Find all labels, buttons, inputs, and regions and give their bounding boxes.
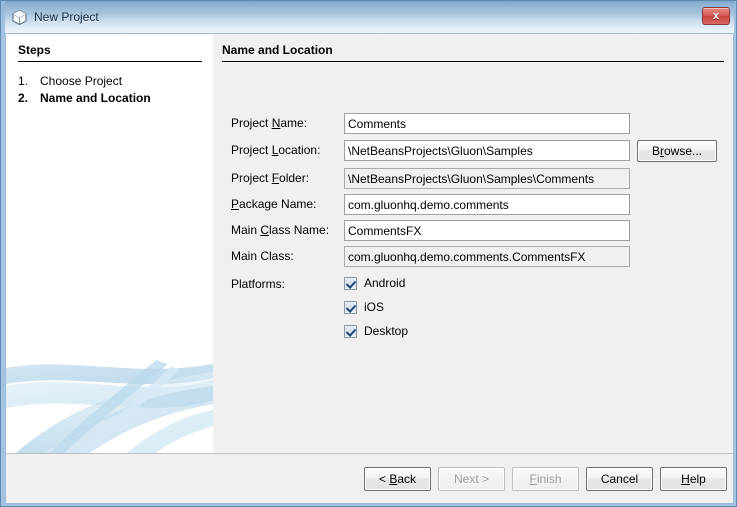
project-name-input[interactable] (344, 113, 630, 134)
main-panel: Name and Location Project Name: Project … (213, 34, 733, 453)
decorative-wave-graphic (6, 338, 213, 453)
main-class-input (344, 246, 630, 267)
step-label: Choose Project (40, 74, 123, 88)
main-class-label: Main Class: (231, 249, 294, 263)
next-button: Next > (438, 467, 505, 491)
close-button[interactable]: x (702, 7, 730, 25)
title-bar: New Project x (1, 1, 736, 34)
form-row-main-class-name: Main Class Name: (213, 220, 733, 242)
cancel-button[interactable]: Cancel (586, 467, 653, 491)
step-item-choose-project: 1. Choose Project (18, 74, 122, 88)
steps-heading: Steps (18, 43, 51, 57)
package-name-label: Package Name: (231, 197, 317, 211)
package-name-input[interactable] (344, 194, 630, 215)
checkbox-desktop-label: Desktop (364, 324, 409, 338)
new-project-dialog: New Project x Steps 1. Choose Project 2. N… (0, 0, 737, 507)
form-row-project-name: Project Name: (213, 113, 733, 135)
project-folder-input (344, 168, 630, 189)
checkbox-desktop[interactable]: Desktop (344, 322, 408, 340)
form-row-project-location: Project Location: Browse... (213, 140, 733, 162)
button-bar: < Back Next > Finish Cancel Help (6, 454, 733, 503)
checkbox-desktop-box[interactable] (344, 324, 357, 338)
checkbox-android[interactable]: Android (344, 274, 405, 292)
checkbox-ios-label: iOS (364, 300, 385, 314)
cube-icon (11, 9, 28, 26)
window-title: New Project (34, 10, 99, 24)
finish-button: Finish (512, 467, 579, 491)
project-location-input[interactable] (344, 140, 630, 161)
browse-button[interactable]: Browse... (637, 140, 717, 162)
checkbox-android-label: Android (364, 276, 406, 290)
back-button[interactable]: < Back (364, 467, 431, 491)
project-location-label: Project Location: (231, 143, 321, 157)
close-icon: x (712, 9, 720, 22)
checkbox-ios[interactable]: iOS (344, 298, 384, 316)
help-button[interactable]: Help (660, 467, 727, 491)
steps-panel: Steps 1. Choose Project 2. Name and Locati… (6, 34, 213, 453)
project-folder-label: Project Folder: (231, 171, 310, 185)
form-row-package-name: Package Name: (213, 194, 733, 216)
form-row-project-folder: Project Folder: (213, 168, 733, 190)
checkbox-android-box[interactable] (344, 276, 357, 290)
step-number: 2. (18, 91, 29, 105)
platforms-label: Platforms: (231, 277, 286, 291)
page-title-divider (222, 61, 724, 62)
form-row-main-class: Main Class: (213, 246, 733, 268)
dialog-client-area: Steps 1. Choose Project 2. Name and Locati… (6, 34, 733, 503)
form-row-platforms: Platforms: (213, 274, 733, 296)
page-title: Name and Location (222, 43, 333, 57)
checkbox-ios-box[interactable] (344, 300, 357, 314)
step-label: Name and Location (40, 91, 151, 105)
main-class-name-label: Main Class Name: (231, 223, 330, 237)
step-item-name-and-location: 2. Name and Location (18, 91, 151, 105)
main-class-name-input[interactable] (344, 220, 630, 241)
project-name-label: Project Name: (231, 116, 308, 130)
step-number: 1. (18, 74, 29, 88)
steps-divider (18, 61, 202, 62)
